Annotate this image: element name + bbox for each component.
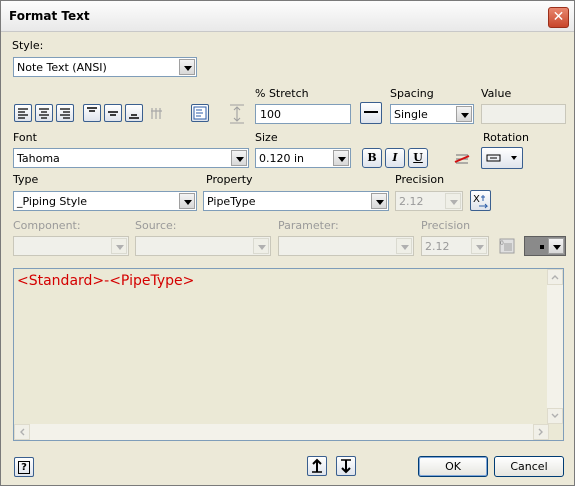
chevron-down-icon[interactable] (396, 238, 412, 254)
precision-label: Precision (395, 173, 445, 186)
style-value: Note Text (ANSI) (17, 61, 107, 74)
grid-icon (147, 104, 165, 122)
chevron-down-icon[interactable] (371, 193, 387, 209)
stretch-value: 100 (260, 108, 281, 121)
font-value: Tahoma (17, 152, 60, 165)
line-spacing-icon[interactable] (360, 102, 382, 124)
align-center-icon[interactable] (35, 104, 53, 122)
color-dropdown[interactable] (524, 236, 566, 256)
font-label: Font (13, 131, 37, 144)
format-text-dialog: Format Text ✕ Style: Note Text (ANSI) % … (0, 0, 575, 486)
ok-button[interactable]: OK (418, 456, 488, 477)
dialog-title: Format Text (9, 9, 90, 23)
svg-text:X: X (473, 194, 480, 205)
color-icon (540, 245, 544, 249)
precision-dropdown-2[interactable]: 2.12 (421, 236, 489, 256)
rotation-icon[interactable] (481, 147, 523, 169)
chevron-down-icon[interactable] (456, 106, 472, 122)
chevron-down-icon[interactable] (333, 150, 349, 166)
property-label: Property (206, 173, 253, 186)
precision-dropdown[interactable]: 2.12 (395, 191, 463, 211)
property-dropdown[interactable]: PipeType (203, 191, 389, 211)
italic-button[interactable]: I (385, 148, 405, 168)
parameter-label: Parameter: (278, 219, 339, 232)
value-label: Value (481, 87, 512, 100)
vertical-scrollbar[interactable] (547, 269, 563, 424)
bold-button[interactable]: B (362, 148, 382, 168)
precision-value: 2.12 (399, 195, 424, 208)
cancel-button[interactable]: Cancel (494, 456, 564, 477)
spacing-value: Single (394, 108, 428, 121)
component-label: Component: (13, 219, 81, 232)
help-button[interactable]: ? (14, 457, 34, 477)
type-label: Type (13, 173, 39, 186)
type-dropdown[interactable]: _Piping Style (13, 191, 197, 211)
valign-middle-icon[interactable] (104, 104, 122, 122)
size-value: 0.120 in (259, 152, 305, 165)
size-label: Size (255, 131, 278, 144)
chevron-down-icon[interactable] (548, 238, 564, 254)
precision-label-2: Precision (421, 219, 471, 232)
underline-button[interactable]: U (408, 148, 428, 168)
chevron-down-icon[interactable] (179, 59, 195, 75)
scroll-up-icon[interactable] (547, 269, 563, 285)
spacing-label: Spacing (390, 87, 434, 100)
close-button[interactable]: ✕ (548, 7, 569, 28)
valign-bottom-icon[interactable] (125, 104, 143, 122)
chevron-down-icon[interactable] (111, 238, 127, 254)
rotation-label: Rotation (483, 131, 530, 144)
symbol-icon: 0 (496, 235, 518, 257)
component-dropdown[interactable] (13, 236, 129, 256)
style-dropdown[interactable]: Note Text (ANSI) (13, 57, 197, 77)
font-dropdown[interactable]: Tahoma (13, 148, 249, 168)
align-right-icon[interactable] (56, 104, 74, 122)
insert-parameter-icon[interactable]: X (470, 190, 491, 211)
text-editor[interactable]: <Standard>-<PipeType> (13, 268, 564, 441)
editor-text: <Standard>-<PipeType> (17, 273, 195, 289)
align-left-icon[interactable] (14, 104, 32, 122)
valign-top-icon[interactable] (83, 104, 101, 122)
type-value: _Piping Style (17, 195, 88, 208)
source-label: Source: (135, 219, 177, 232)
source-dropdown[interactable] (135, 236, 271, 256)
scroll-down-icon[interactable] (547, 408, 563, 424)
move-up-button[interactable] (307, 456, 327, 476)
title-bar: Format Text ✕ (1, 1, 574, 32)
spacing-dropdown[interactable]: Single (390, 104, 474, 124)
scroll-left-icon[interactable] (14, 424, 30, 440)
style-label: Style: (12, 39, 44, 52)
chevron-down-icon[interactable] (471, 238, 487, 254)
help-icon: ? (18, 461, 30, 474)
svg-text:0: 0 (500, 240, 504, 247)
chevron-down-icon[interactable] (231, 150, 247, 166)
chevron-down-icon[interactable] (253, 238, 269, 254)
chevron-down-icon[interactable] (179, 193, 195, 209)
scroll-right-icon[interactable] (533, 424, 549, 440)
move-down-button[interactable] (336, 456, 356, 476)
strikethrough-icon[interactable] (452, 149, 470, 167)
horizontal-scrollbar[interactable] (14, 424, 549, 440)
value-input[interactable] (481, 104, 566, 124)
size-dropdown[interactable]: 0.120 in (255, 148, 351, 168)
chevron-down-icon[interactable] (445, 193, 461, 209)
precision-value-2: 2.12 (425, 240, 450, 253)
parameter-dropdown[interactable] (278, 236, 414, 256)
text-frame-icon[interactable] (191, 104, 209, 122)
stretch-input[interactable]: 100 (255, 104, 351, 124)
stretch-label: % Stretch (255, 87, 309, 100)
property-value: PipeType (207, 195, 256, 208)
fit-icon (227, 102, 245, 124)
